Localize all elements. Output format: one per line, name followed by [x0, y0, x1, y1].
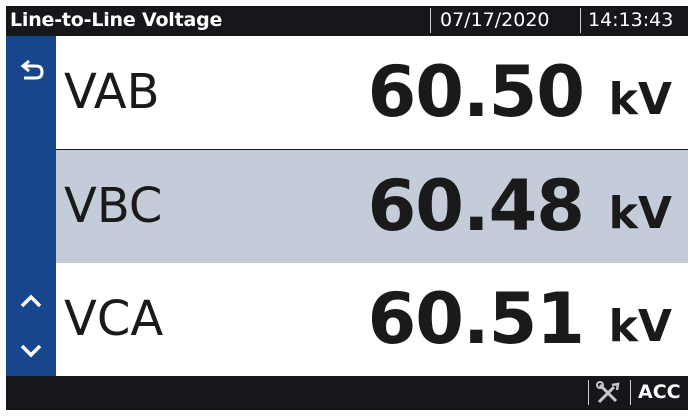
- title-bar: Line-to-Line Voltage 07/17/2020 14:13:43: [6, 6, 688, 36]
- measurement-row-vca[interactable]: VCA 60.51 kV: [56, 263, 688, 376]
- measurement-label: VCA: [64, 291, 164, 347]
- measurement-label: VAB: [64, 64, 160, 120]
- measurement-unit: kV: [608, 301, 672, 352]
- measurement-value: 60.50: [367, 51, 585, 133]
- divider: [630, 380, 631, 405]
- chevron-down-icon[interactable]: [16, 336, 46, 366]
- chevron-up-icon[interactable]: [16, 286, 46, 316]
- navigation-bar: [6, 36, 56, 376]
- measurement-list: VAB 60.50 kV VBC 60.48 kV VCA 60.51 kV: [56, 36, 688, 376]
- back-arrow-icon[interactable]: [16, 56, 46, 86]
- measurement-unit: kV: [608, 188, 672, 239]
- measurement-row-vbc[interactable]: VBC 60.48 kV: [56, 150, 688, 263]
- measurement-row-vab[interactable]: VAB 60.50 kV: [56, 36, 688, 149]
- divider: [588, 380, 589, 405]
- page-title: Line-to-Line Voltage: [10, 9, 223, 31]
- date-display: 07/17/2020: [440, 9, 550, 31]
- measurement-value: 60.48: [367, 165, 585, 247]
- wrench-screwdriver-icon[interactable]: [594, 379, 622, 407]
- measurement-unit: kV: [608, 74, 672, 125]
- divider: [430, 8, 431, 33]
- measurement-value: 60.51: [367, 278, 585, 360]
- time-display: 14:13:43: [588, 9, 674, 31]
- device-screen: Line-to-Line Voltage 07/17/2020 14:13:43…: [6, 6, 688, 410]
- acc-button[interactable]: ACC: [638, 381, 681, 403]
- measurement-label: VBC: [64, 178, 163, 234]
- status-bar: ACC: [6, 376, 688, 410]
- divider: [580, 8, 581, 33]
